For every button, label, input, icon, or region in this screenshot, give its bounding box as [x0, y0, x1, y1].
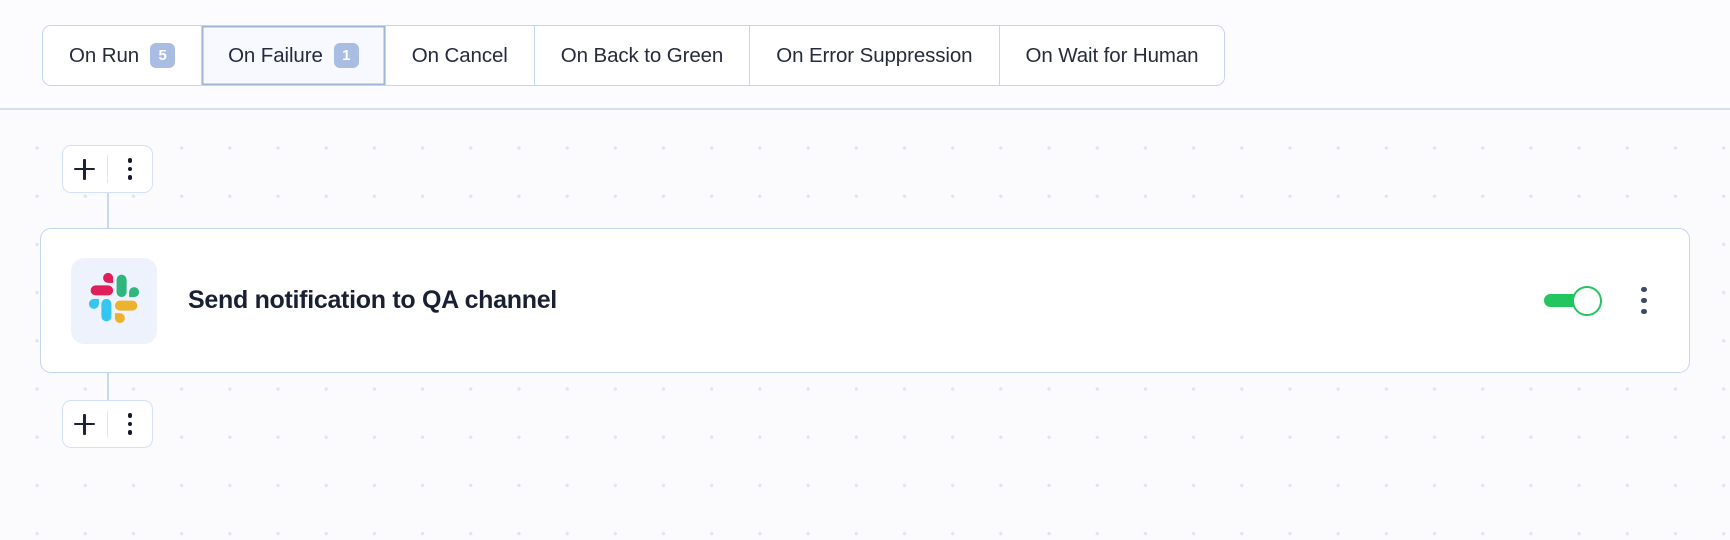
more-options-button-bottom[interactable] [108, 401, 152, 447]
node-title: Send notification to QA channel [188, 286, 557, 314]
tab-label: On Failure [228, 43, 323, 67]
node-insert-controls-top [62, 145, 153, 193]
tab-on-failure[interactable]: On Failure 1 [202, 26, 386, 85]
tab-on-run[interactable]: On Run 5 [43, 26, 203, 85]
node-icon-tile [71, 257, 157, 344]
connector-line-top [107, 192, 109, 229]
slack-icon [87, 271, 141, 330]
tab-label: On Run [69, 43, 140, 67]
tab-on-back-to-green[interactable]: On Back to Green [534, 26, 751, 85]
enabled-toggle[interactable] [1544, 285, 1603, 316]
vertical-dots-icon [127, 413, 133, 435]
tab-label: On Cancel [411, 43, 508, 67]
add-step-button-top[interactable] [63, 146, 107, 192]
node-insert-controls-bottom [62, 400, 153, 448]
add-step-button-bottom[interactable] [63, 401, 107, 447]
tab-label: On Wait for Human [1025, 43, 1199, 67]
vertical-dots-icon [1641, 286, 1647, 293]
tab-on-error-suppression[interactable]: On Error Suppression [750, 26, 1000, 85]
workflow-canvas[interactable]: Send notification to QA channel [0, 112, 1730, 540]
node-more-options-button[interactable] [1635, 283, 1653, 319]
tab-on-cancel[interactable]: On Cancel [385, 26, 535, 85]
more-options-button-top[interactable] [108, 146, 152, 192]
tab-label: On Error Suppression [776, 43, 973, 67]
tab-badge-count: 5 [150, 43, 176, 68]
tab-on-wait-for-human[interactable]: On Wait for Human [999, 26, 1225, 85]
vertical-dots-icon [127, 158, 133, 180]
node-actions [1544, 283, 1653, 319]
tab-label: On Back to Green [560, 43, 724, 67]
plus-icon [74, 413, 96, 435]
workflow-node-card[interactable]: Send notification to QA channel [40, 228, 1690, 373]
toggle-knob [1572, 285, 1603, 316]
trigger-tabs: On Run 5 On Failure 1 On Cancel On Back … [42, 25, 1226, 86]
trigger-tabbar-region: On Run 5 On Failure 1 On Cancel On Back … [0, 0, 1730, 110]
workflow-editor: On Run 5 On Failure 1 On Cancel On Back … [0, 0, 1730, 540]
tab-badge-count: 1 [333, 43, 359, 68]
plus-icon [74, 158, 96, 180]
connector-line-bottom [107, 371, 109, 401]
